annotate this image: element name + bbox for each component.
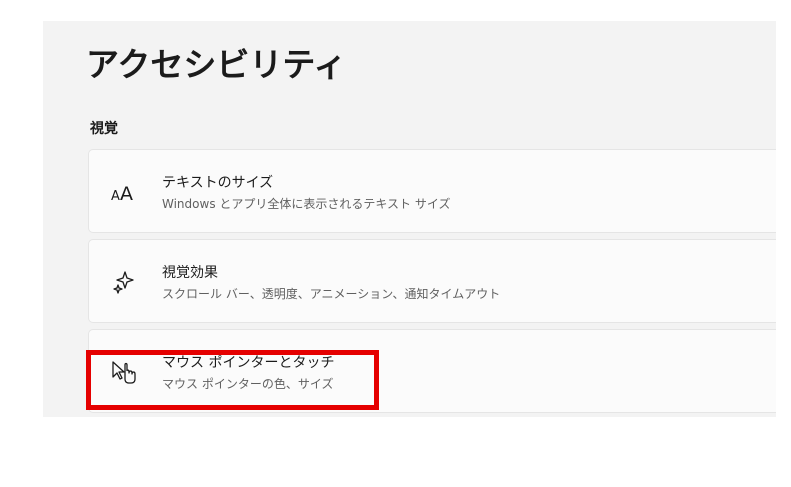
page-title: アクセシビリティ [86,45,347,84]
svg-text:A: A [111,189,120,203]
svg-text:A: A [120,183,133,203]
text-size-icon: A A [109,179,139,205]
text-size-title: テキストのサイズ [162,175,274,191]
visual-effects-card[interactable]: 視覚効果 スクロール バー、透明度、アニメーション、通知タイムアウト [88,239,776,323]
text-size-card[interactable]: A A テキストのサイズ Windows とアプリ全体に表示されるテキスト サイ… [88,149,776,233]
visual-effects-title: 視覚効果 [162,265,218,281]
visual-effects-description: スクロール バー、透明度、アニメーション、通知タイムアウト [162,287,501,301]
text-size-description: Windows とアプリ全体に表示されるテキスト サイズ [162,197,451,211]
sparkle-icon [109,269,139,295]
highlight-box [86,350,379,410]
section-heading-vision: 視覚 [90,121,118,137]
